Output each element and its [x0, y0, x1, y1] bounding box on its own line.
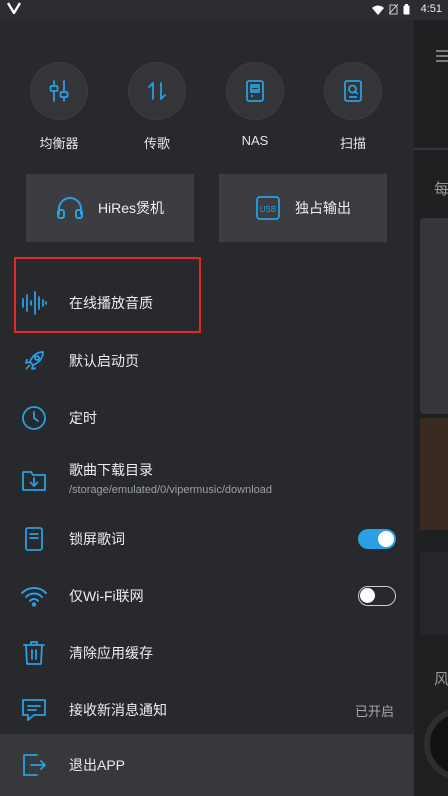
- scan-label: 扫描: [339, 136, 366, 151]
- exclusive-output-button[interactable]: USB 独占输出: [219, 174, 387, 242]
- exit-app-label: 退出APP: [69, 757, 126, 773]
- usb-icon: USB: [256, 196, 280, 220]
- equalizer-icon: [49, 80, 69, 102]
- notifications-status: 已开启: [354, 703, 394, 719]
- exclusive-output-label: 独占输出: [295, 200, 351, 216]
- message-icon: [22, 699, 46, 721]
- menu-wifi-only[interactable]: 仅Wi-Fi联网: [0, 568, 414, 624]
- menu-icon: [436, 50, 448, 62]
- wifi-only-toggle[interactable]: [358, 586, 396, 606]
- exit-icon: [23, 754, 46, 776]
- toggle-knob: [360, 588, 375, 603]
- toggle-knob: [378, 531, 394, 547]
- album-disc: [424, 708, 448, 780]
- bg-section-title: 每: [434, 181, 448, 198]
- lyrics-icon: [25, 527, 43, 551]
- lockscreen-lyrics-toggle[interactable]: [358, 529, 396, 549]
- download-dir-label: 歌曲下载目录: [69, 462, 153, 478]
- bg-card: [420, 218, 448, 414]
- scan-icon: [344, 80, 362, 102]
- wifi-only-label: 仅Wi-Fi联网: [69, 588, 144, 604]
- bg-section-title: 风: [434, 671, 448, 688]
- bg-card: [420, 418, 448, 530]
- highlight-box: [14, 257, 201, 333]
- hires-burnin-label: HiRes煲机: [97, 200, 165, 216]
- menu-exit-app[interactable]: 退出APP: [0, 734, 414, 796]
- clock: 4:51: [420, 3, 442, 15]
- scan-circle[interactable]: [324, 62, 382, 120]
- notifications-label: 接收新消息通知: [69, 702, 167, 718]
- app-logo-icon: [7, 2, 21, 14]
- lockscreen-lyrics-label: 锁屏歌词: [69, 531, 125, 547]
- menu-clear-cache[interactable]: 清除应用缓存: [0, 625, 414, 681]
- transfer-circle[interactable]: [128, 62, 186, 120]
- transfer-label: 传歌: [143, 136, 170, 151]
- quick-actions: 均衡器 传歌 NAS 扫描: [10, 62, 402, 152]
- divider: [414, 148, 448, 150]
- menu-notifications[interactable]: 接收新消息通知 已开启: [0, 682, 414, 738]
- menu-timer[interactable]: 定时: [0, 390, 414, 446]
- equalizer-label: 均衡器: [39, 136, 79, 151]
- wifi-icon: [21, 587, 47, 607]
- battery-icon: [403, 4, 410, 15]
- headphones-icon: [56, 197, 83, 219]
- wifi-icon: [372, 5, 384, 15]
- nas-circle[interactable]: [226, 62, 284, 120]
- equalizer-circle[interactable]: [30, 62, 88, 120]
- nas-label: NAS: [241, 133, 269, 148]
- transfer-icon: [148, 82, 166, 100]
- equalizer-button[interactable]: 均衡器: [10, 62, 108, 152]
- menu-lockscreen-lyrics[interactable]: 锁屏歌词: [0, 511, 414, 567]
- default-page-label: 默认启动页: [69, 353, 139, 369]
- clock-icon: [22, 406, 46, 430]
- transfer-button[interactable]: 传歌: [108, 62, 206, 152]
- svg-text:USB: USB: [260, 205, 276, 214]
- menu-download-dir[interactable]: 歌曲下载目录 /storage/emulated/0/vipermusic/do…: [0, 451, 414, 509]
- no-sim-icon: [389, 4, 398, 15]
- rocket-icon: [25, 351, 44, 370]
- nas-icon: [246, 80, 264, 102]
- folder-download-icon: [22, 471, 46, 491]
- menu-default-page[interactable]: 默认启动页: [0, 333, 414, 389]
- download-path: /storage/emulated/0/vipermusic/download: [69, 484, 273, 496]
- bg-card: [420, 552, 448, 634]
- trash-icon: [23, 641, 45, 665]
- clear-cache-label: 清除应用缓存: [69, 645, 153, 661]
- background-main-content[interactable]: 每 风: [414, 0, 448, 796]
- hires-burnin-button[interactable]: HiRes煲机: [26, 174, 194, 242]
- scan-button[interactable]: 扫描: [304, 62, 402, 152]
- status-bar: 4:51: [0, 0, 448, 20]
- timer-label: 定时: [69, 410, 97, 426]
- nas-button[interactable]: NAS: [206, 62, 304, 152]
